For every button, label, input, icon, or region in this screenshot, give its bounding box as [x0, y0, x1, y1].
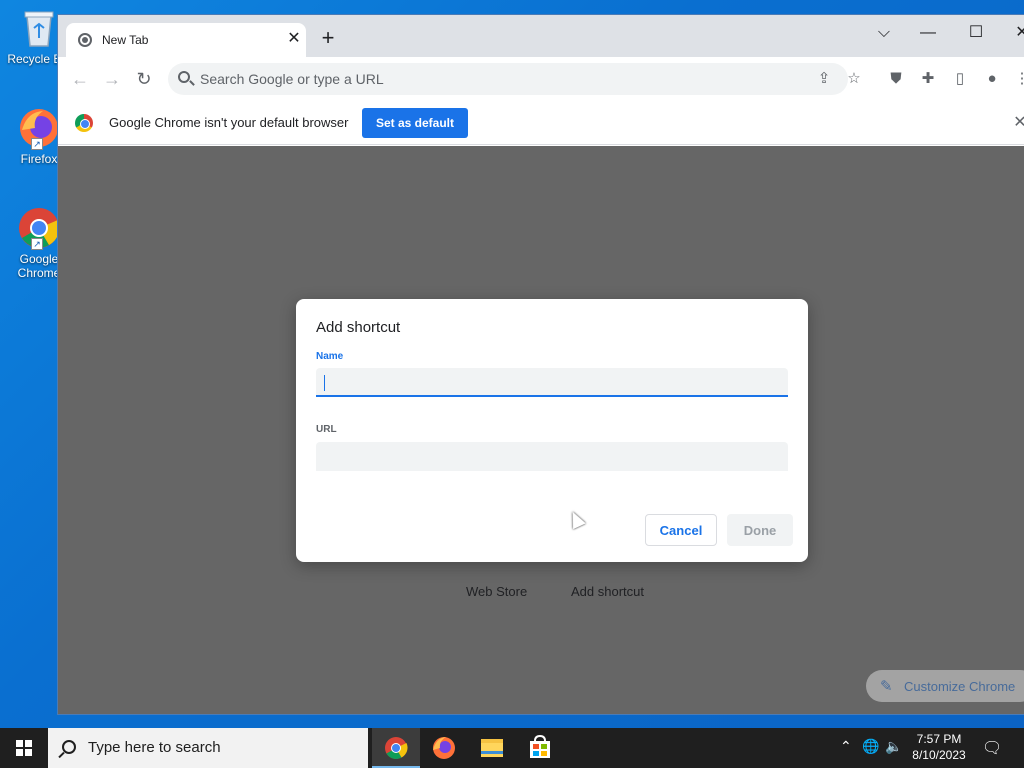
set-as-default-button[interactable]: Set as default — [362, 108, 468, 138]
start-button[interactable] — [0, 728, 48, 768]
minimize-button[interactable]: — — [908, 19, 948, 47]
tab-new-tab[interactable]: New Tab ✕ — [66, 23, 306, 57]
close-window-button[interactable]: ✕ — [1002, 19, 1024, 47]
extensions-icon[interactable]: ✚ — [916, 67, 940, 91]
chrome-icon — [385, 737, 408, 759]
taskbar-file-explorer[interactable] — [468, 728, 516, 768]
cancel-button[interactable]: Cancel — [645, 514, 717, 546]
volume-icon[interactable]: 🔈 — [885, 738, 902, 755]
chrome-logo-icon — [75, 114, 93, 132]
tab-strip: New Tab ✕ + ⌵ — ☐ ✕ — [58, 15, 1024, 57]
shortcut-arrow-icon: ↗ — [31, 238, 43, 250]
search-icon — [178, 71, 190, 83]
chrome-window: New Tab ✕ + ⌵ — ☐ ✕ ← → ↻ ⇪ ☆ ⛊ ✚ ▯ ● ⋮ … — [57, 14, 1024, 715]
reload-button[interactable]: ↻ — [132, 67, 156, 91]
new-tab-button[interactable]: + — [316, 27, 340, 51]
taskbar-chrome[interactable] — [372, 728, 420, 768]
forward-button[interactable]: → — [100, 67, 124, 91]
omnibox[interactable]: ⇪ ☆ — [168, 63, 861, 95]
shortcut-label-web-store[interactable]: Web Store — [466, 584, 527, 599]
desktop-icon-label: Firefox — [20, 152, 58, 166]
clock[interactable]: 7:57 PM 8/10/2023 — [906, 731, 972, 763]
tray-overflow-chevron-icon[interactable]: ⌃ — [840, 738, 852, 755]
bookmark-star-icon[interactable]: ☆ — [844, 69, 864, 89]
taskbar-search-box[interactable]: Type here to search — [48, 728, 368, 768]
tab-close-icon[interactable]: ✕ — [284, 29, 304, 49]
pencil-icon: ✎ — [880, 678, 893, 695]
clock-time: 7:57 PM — [916, 732, 962, 746]
store-icon — [530, 734, 550, 758]
infobar-message: Google Chrome isn't your default browser — [109, 115, 349, 130]
taskbar-firefox[interactable] — [420, 728, 468, 768]
taskbar-search-placeholder: Type here to search — [88, 739, 221, 756]
add-shortcut-dialog: Add shortcut Name URL Cancel Done — [296, 299, 808, 562]
customize-chrome-button[interactable]: ✎ Customize Chrome — [866, 670, 1024, 702]
ublock-extension-icon[interactable]: ⛊ — [884, 67, 908, 91]
back-button[interactable]: ← — [68, 67, 92, 91]
done-button[interactable]: Done — [727, 514, 793, 546]
firefox-icon: ↗ — [17, 106, 61, 150]
notification-icon[interactable]: 🗨 — [982, 738, 1002, 758]
firefox-icon — [433, 737, 455, 759]
search-icon — [62, 740, 76, 754]
tab-search-icon[interactable]: ⌵ — [864, 19, 904, 47]
menu-icon[interactable]: ⋮ — [1010, 67, 1024, 91]
default-browser-infobar: Google Chrome isn't your default browser… — [58, 101, 1024, 145]
customize-chrome-label: Customize Chrome — [904, 679, 1016, 694]
profile-icon[interactable]: ● — [980, 67, 1004, 91]
share-icon[interactable]: ⇪ — [814, 69, 834, 89]
tab-title: New Tab — [102, 33, 149, 47]
recycle-bin-icon — [17, 6, 61, 50]
chrome-icon: ↗ — [17, 206, 61, 250]
url-field-label: URL — [316, 424, 337, 435]
address-bar-input[interactable] — [200, 63, 760, 95]
browser-toolbar: ← → ↻ ⇪ ☆ ⛊ ✚ ▯ ● ⋮ — [58, 57, 1024, 101]
windows-logo-icon — [16, 740, 32, 756]
file-explorer-icon — [481, 739, 503, 757]
desktop-icon-label: Google Chrome — [17, 252, 61, 280]
infobar-close-icon[interactable]: ✕ — [1010, 113, 1024, 133]
name-field-label: Name — [316, 351, 344, 362]
url-field[interactable] — [316, 442, 788, 471]
dialog-title: Add shortcut — [316, 319, 401, 336]
name-field[interactable] — [316, 368, 788, 397]
network-icon[interactable]: 🌐 — [862, 738, 879, 755]
shortcut-label-add-shortcut[interactable]: Add shortcut — [571, 584, 644, 599]
clock-date: 8/10/2023 — [912, 748, 966, 762]
shortcut-arrow-icon: ↗ — [31, 138, 43, 150]
chrome-favicon-icon — [78, 33, 92, 47]
taskbar-store[interactable] — [516, 728, 564, 768]
taskbar: Type here to search ⌃ 🌐 🔈 7:57 PM 8/10/2… — [0, 728, 1024, 768]
text-caret — [324, 375, 325, 391]
maximize-button[interactable]: ☐ — [956, 19, 996, 47]
side-panel-icon[interactable]: ▯ — [948, 67, 972, 91]
